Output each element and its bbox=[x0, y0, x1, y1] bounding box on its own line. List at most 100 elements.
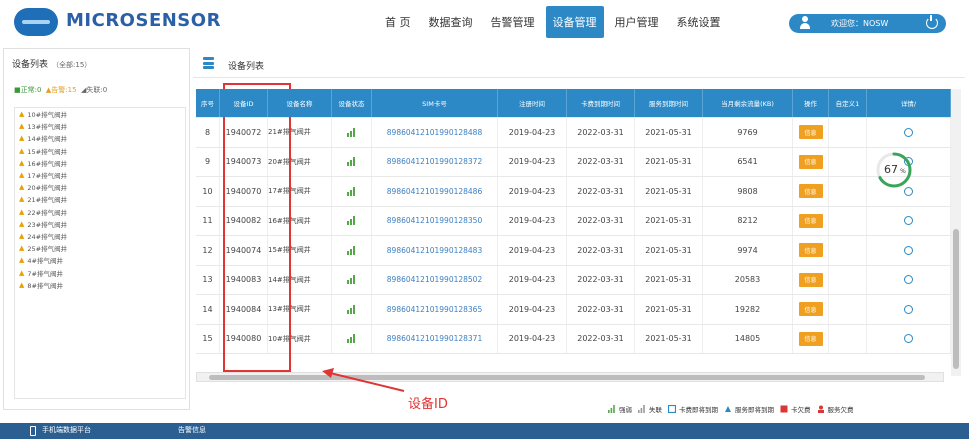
alarm-triangle-icon: ▲ bbox=[19, 280, 25, 289]
column-header[interactable]: 设备名称 bbox=[268, 89, 332, 117]
table-row[interactable]: 8 1940072 21#排气阀井 898604121019901284​88 2019… bbox=[196, 118, 951, 148]
device-tree-label: 16#排气阀井 bbox=[27, 159, 68, 168]
nav-home[interactable]: 首 页 bbox=[378, 6, 418, 38]
detail-cell[interactable] bbox=[867, 324, 951, 353]
device-tree-item[interactable]: ▲ 4#排气阀井 bbox=[15, 254, 185, 266]
table-row[interactable]: 15 1940080 10#排气阀井 89860412101990128371 2019… bbox=[196, 324, 951, 354]
detail-cell[interactable] bbox=[867, 295, 951, 324]
monthly-flow: 9808 bbox=[703, 177, 793, 206]
column-header[interactable]: 自定义1 bbox=[829, 89, 867, 117]
sim-number[interactable]: 898604121019901284​88 bbox=[372, 118, 498, 147]
sim-number[interactable]: 89860412101990128350 bbox=[372, 206, 498, 235]
detail-icon[interactable] bbox=[904, 127, 913, 137]
table-row[interactable]: 11 1940082 16#排气阀井 89860412101990128350 2019… bbox=[196, 206, 951, 236]
device-tree-item[interactable]: ▲ 7#排气阀井 bbox=[15, 266, 185, 278]
info-button[interactable]: 信息 bbox=[798, 184, 823, 199]
operation-cell[interactable]: 信息 bbox=[793, 147, 829, 176]
device-tree-item[interactable]: ▲ 24#排气阀井 bbox=[15, 230, 185, 242]
sim-number[interactable]: 89860412101990128372 bbox=[372, 147, 498, 176]
device-tree-item[interactable]: ▲ 10#排气阀井 bbox=[15, 108, 185, 120]
operation-cell[interactable]: 信息 bbox=[793, 118, 829, 147]
nav-data-query[interactable]: 数据查询 bbox=[422, 6, 480, 38]
device-tree-item[interactable]: ▲ 20#排气阀井 bbox=[15, 181, 185, 193]
nav-device-management[interactable]: 设备管理 bbox=[545, 6, 604, 38]
operation-cell[interactable]: 信息 bbox=[793, 177, 829, 206]
detail-icon[interactable] bbox=[904, 275, 913, 285]
operation-cell[interactable]: 信息 bbox=[793, 236, 829, 265]
card-expiry: 2022-03-31 bbox=[567, 118, 635, 147]
device-tree-item[interactable]: ▲ 13#排气阀井 bbox=[15, 120, 185, 132]
device-tree-item[interactable]: ▲ 8#排气阀井 bbox=[15, 279, 185, 291]
alarm-triangle-icon: ▲ bbox=[19, 244, 25, 253]
sim-number[interactable]: 89860412101990128483 bbox=[372, 236, 498, 265]
legend-service-arrears: 服务欠费 bbox=[817, 404, 854, 414]
column-header[interactable]: 设备状态 bbox=[332, 89, 372, 117]
signal-icon bbox=[608, 405, 615, 413]
operation-cell[interactable]: 信息 bbox=[793, 206, 829, 235]
device-tree-item[interactable]: ▲ 23#排气阀井 bbox=[15, 218, 185, 230]
sim-number[interactable]: 89860412101990128502 bbox=[372, 265, 498, 294]
column-header[interactable]: 卡费到期时间 bbox=[567, 89, 635, 117]
column-header[interactable]: 设备ID bbox=[220, 89, 268, 117]
detail-cell[interactable] bbox=[867, 236, 951, 265]
sim-number[interactable]: 89860412101990128371 bbox=[372, 324, 498, 353]
table-row[interactable]: 13 1940083 14#排气阀井 89860412101990128502 2019… bbox=[196, 265, 951, 295]
operation-cell[interactable]: 信息 bbox=[793, 265, 829, 294]
horizontal-scrollbar[interactable] bbox=[196, 372, 944, 382]
device-tree-label: 7#排气阀井 bbox=[27, 269, 63, 278]
user-name: 欢迎您：NOSW bbox=[831, 19, 889, 28]
card-expiry: 2022-03-31 bbox=[567, 295, 635, 324]
operation-cell[interactable]: 信息 bbox=[793, 324, 829, 353]
alarm-triangle-icon: ▲ bbox=[19, 256, 25, 265]
device-tree-item[interactable]: ▲ 25#排气阀井 bbox=[15, 242, 185, 254]
vertical-scroll-thumb[interactable] bbox=[953, 229, 959, 369]
info-button[interactable]: 信息 bbox=[798, 213, 823, 228]
device-tree-item[interactable]: ▲ 15#排气阀井 bbox=[15, 145, 185, 157]
device-tree-item[interactable]: ▲ 22#排气阀井 bbox=[15, 206, 185, 218]
column-header[interactable]: 操作 bbox=[793, 89, 829, 117]
sim-number[interactable]: 89860412101990128365 bbox=[372, 295, 498, 324]
detail-cell[interactable] bbox=[867, 118, 951, 147]
table-row[interactable]: 12 1940074 15#排气阀井 89860412101990128483 2019… bbox=[196, 236, 951, 266]
detail-icon[interactable] bbox=[904, 334, 913, 344]
table-row[interactable]: 14 1940084 13#排气阀井 89860412101990128365 2019… bbox=[196, 295, 951, 325]
operation-cell[interactable]: 信息 bbox=[793, 295, 829, 324]
footer-mobile-platform[interactable]: 手机端数据平台 bbox=[42, 425, 91, 435]
detail-icon[interactable] bbox=[904, 304, 913, 314]
column-header[interactable]: 详情/ bbox=[867, 89, 951, 117]
info-button[interactable]: 信息 bbox=[798, 243, 823, 258]
register-time: 2019-04-23 bbox=[498, 206, 567, 235]
device-tree-item[interactable]: ▲ 17#排气阀井 bbox=[15, 169, 185, 181]
footer-alarm-info[interactable]: 告警信息 bbox=[178, 425, 206, 435]
nav-user-management[interactable]: 用户管理 bbox=[608, 6, 666, 38]
user-menu[interactable]: 欢迎您：NOSW bbox=[789, 14, 946, 33]
device-tree-item[interactable]: ▲ 21#排气阀井 bbox=[15, 193, 185, 205]
detail-cell[interactable] bbox=[867, 265, 951, 294]
legend-signal: 强弱 bbox=[608, 404, 632, 414]
detail-cell[interactable] bbox=[867, 206, 951, 235]
detail-icon[interactable] bbox=[904, 216, 913, 226]
logout-icon[interactable] bbox=[926, 15, 938, 29]
info-button[interactable]: 信息 bbox=[798, 302, 823, 317]
info-button[interactable]: 信息 bbox=[798, 154, 823, 169]
table-row[interactable]: 10 1940070 17#排气阀井 89860412101990128486 2019… bbox=[196, 177, 951, 207]
column-header[interactable]: 注册时间 bbox=[498, 89, 567, 117]
device-tree-item[interactable]: ▲ 16#排气阀井 bbox=[15, 157, 185, 169]
nav-alarm-management[interactable]: 告警管理 bbox=[484, 6, 542, 38]
info-button[interactable]: 信息 bbox=[798, 331, 823, 346]
table-row[interactable]: 9 1940073 20#排气阀井 89860412101990128372 2019-… bbox=[196, 147, 951, 177]
detail-icon[interactable] bbox=[904, 245, 913, 255]
horizontal-scroll-thumb[interactable] bbox=[209, 375, 925, 380]
column-header[interactable]: 当月剩余流量(KB) bbox=[703, 89, 793, 117]
sim-number[interactable]: 89860412101990128486 bbox=[372, 177, 498, 206]
vertical-scrollbar[interactable] bbox=[951, 89, 961, 376]
alarm-triangle-icon: ▲ bbox=[19, 219, 25, 228]
device-tree-label: 22#排气阀井 bbox=[27, 208, 68, 217]
device-tree-item[interactable]: ▲ 14#排气阀井 bbox=[15, 132, 185, 144]
nav-system-settings[interactable]: 系统设置 bbox=[670, 6, 728, 38]
column-header[interactable]: 序号 bbox=[196, 89, 220, 117]
info-button[interactable]: 信息 bbox=[798, 272, 823, 287]
column-header[interactable]: SIM卡号 bbox=[372, 89, 498, 117]
column-header[interactable]: 服务到期时间 bbox=[635, 89, 703, 117]
info-button[interactable]: 信息 bbox=[798, 125, 823, 140]
